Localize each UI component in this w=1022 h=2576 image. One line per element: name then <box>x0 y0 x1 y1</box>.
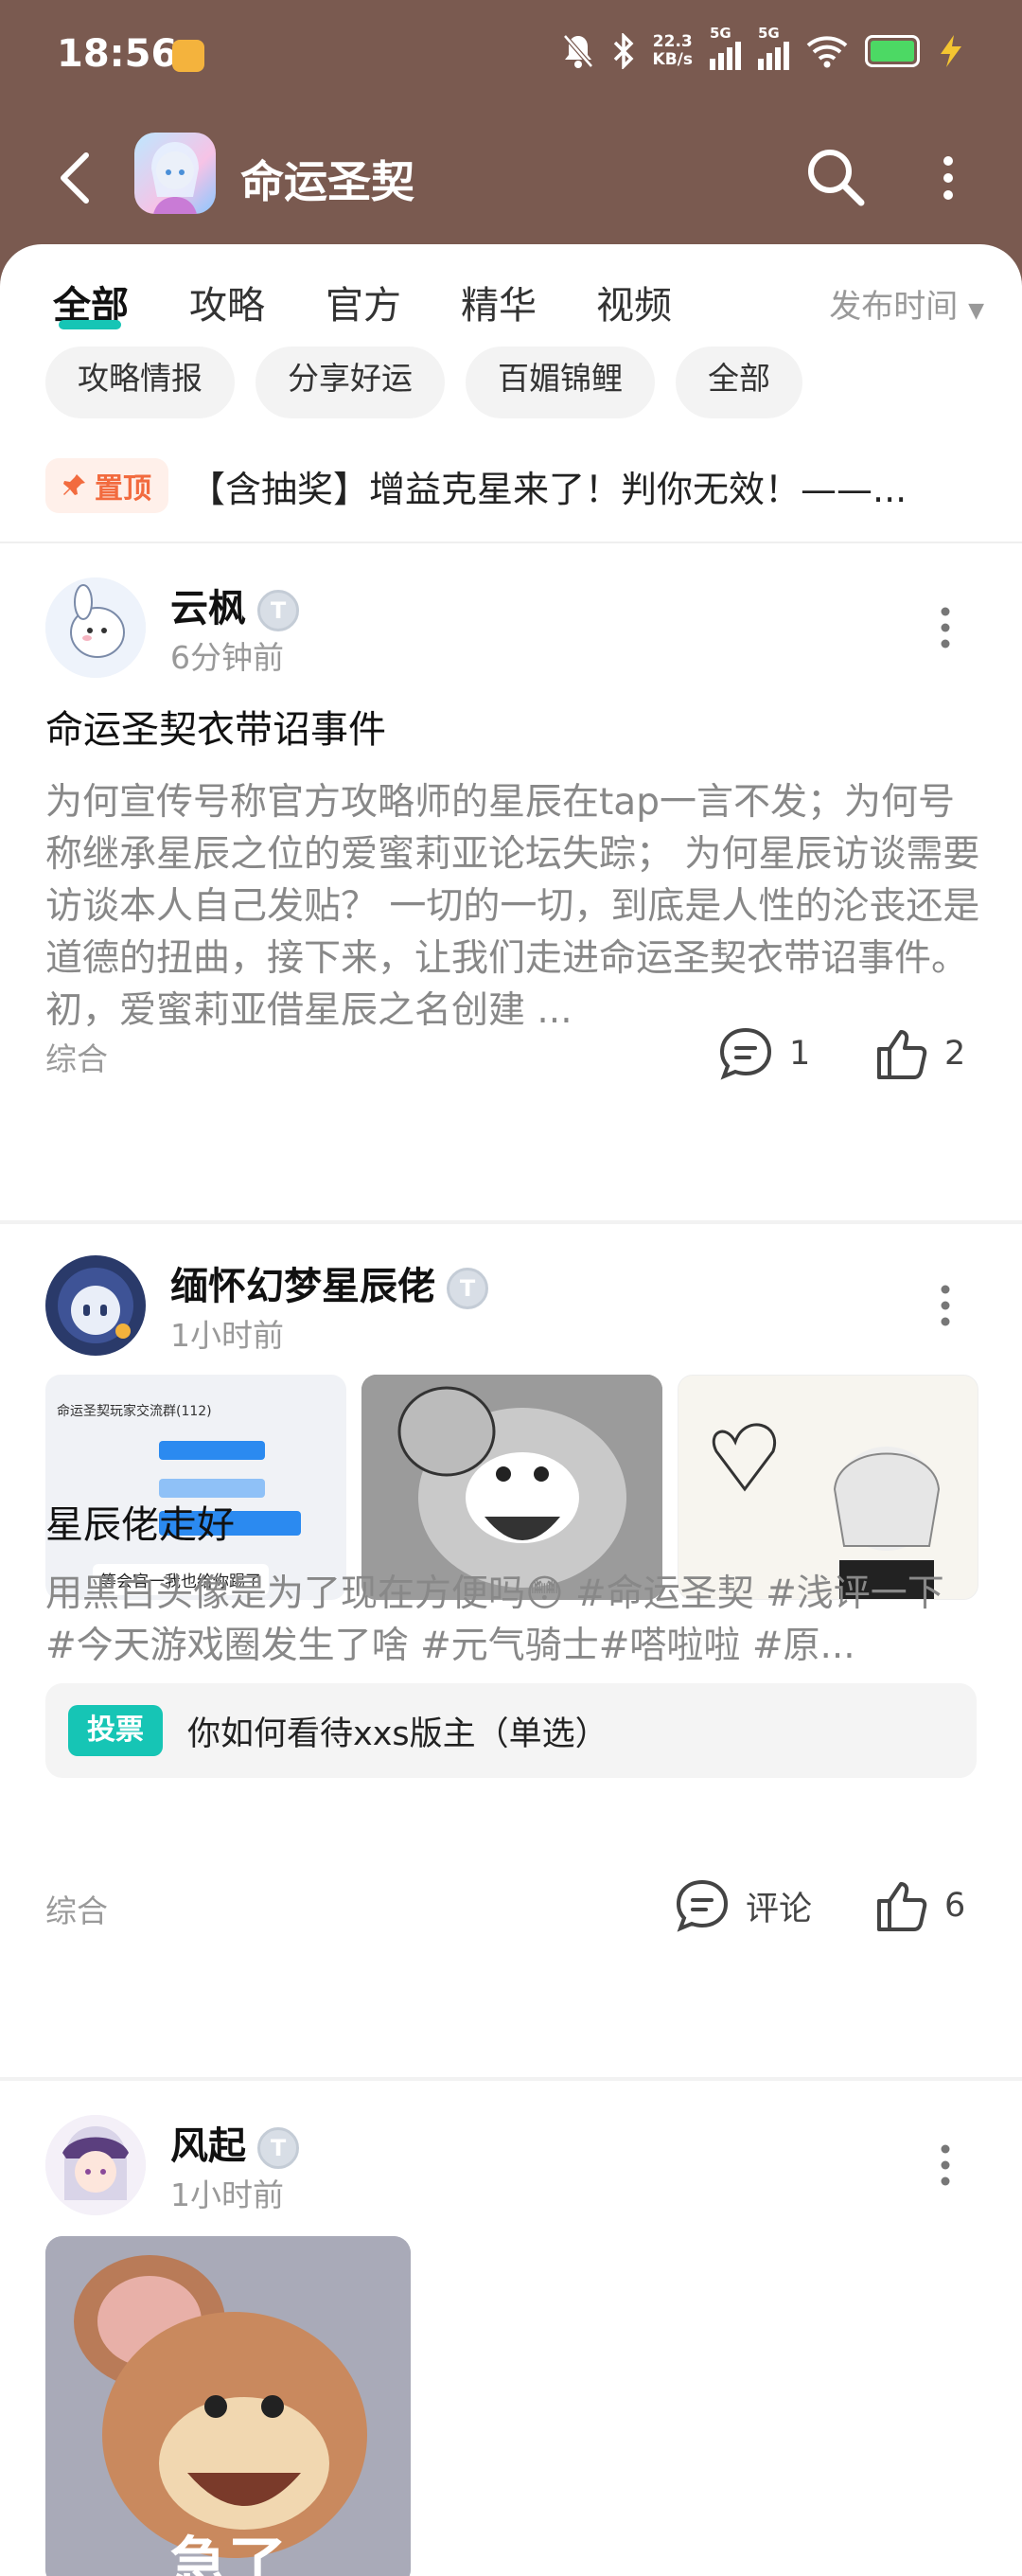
comment-icon <box>719 1027 772 1080</box>
level-badge: T <box>257 590 299 631</box>
comment-icon <box>676 1879 729 1932</box>
thumbnail-chat-title: 命运圣契玩家交流群(112) <box>57 1404 212 1419</box>
pin-icon <box>63 474 85 495</box>
post-excerpt: 用黑白头像是为了现在方便吗😳 #命运圣契 #浅评一下 #今天游戏圈发生了啥 #元… <box>45 1572 944 1667</box>
chip-all[interactable]: 全部 <box>676 346 802 418</box>
divider <box>0 542 1022 543</box>
signal-icon-2: 5G <box>758 25 789 70</box>
battery-icon <box>865 35 920 67</box>
caret-down-icon: ▼ <box>968 299 984 323</box>
wifi-icon <box>806 36 848 68</box>
thumbs-up-icon <box>877 1882 927 1931</box>
post-category: 综合 <box>45 1040 108 1077</box>
mute-bell-icon <box>562 34 593 68</box>
back-arrow-icon[interactable] <box>52 150 101 206</box>
avatar[interactable] <box>45 1255 146 1356</box>
post-time: 1小时前 <box>170 2176 284 2213</box>
post-more-icon[interactable] <box>939 1282 952 1329</box>
charging-icon <box>941 35 961 67</box>
post-separator <box>0 1220 1022 1224</box>
level-badge: T <box>447 1268 488 1309</box>
vote-question: 你如何看待xxs版主（单选） <box>187 1714 608 1753</box>
image-thumbnail[interactable]: 命运圣契玩家交流群(112) 等会官一我也给你踢了 <box>45 1375 346 1600</box>
post-time: 6分钟前 <box>170 639 284 676</box>
app-header: 命运圣契 <box>0 114 1022 246</box>
post-more-icon[interactable] <box>939 604 952 651</box>
username[interactable]: 缅怀幻梦星辰佬 T <box>170 1255 488 1310</box>
active-tab-indicator <box>59 320 121 329</box>
tab-official[interactable]: 官方 <box>326 275 401 329</box>
content-sheet: 全部 攻略 官方 精华 视频 发布时间 ▼ 攻略情报 分享好运 百媚锦鲤 全部 … <box>0 244 1022 2576</box>
signal-icon-1: 5G <box>710 25 741 70</box>
pinned-badge: 置顶 <box>45 458 168 513</box>
post-card[interactable]: 缅怀幻梦星辰佬 T 1小时前 命运圣契玩家交流群(112) 等会官一我也给你踢了 … <box>0 1255 1022 1880</box>
post-separator <box>0 2077 1022 2081</box>
like-button[interactable]: 2 <box>874 1026 965 1081</box>
post-card[interactable]: 风起 T 1小时前 急了 <box>0 2115 1022 2576</box>
level-badge: T <box>257 2127 299 2169</box>
comment-button[interactable]: 1 <box>717 1026 810 1081</box>
post-image[interactable]: 急了 <box>45 2236 411 2576</box>
game-icon[interactable] <box>134 133 216 214</box>
chip-share-luck[interactable]: 分享好运 <box>256 346 445 418</box>
pinned-post[interactable]: 置顶 【含抽奖】增益克星来了！判你无效！——... <box>45 448 982 524</box>
like-button[interactable]: 6 <box>874 1878 965 1933</box>
vote-badge: 投票 <box>68 1705 163 1756</box>
status-time: 18:56 <box>57 32 178 76</box>
post-excerpt: 为何宣传号称官方攻略师的星辰在tap一言不发；为何号称继承星辰之位的爱蜜莉亚论坛… <box>45 781 980 1032</box>
pinned-title: 【含抽奖】增益克星来了！判你无效！——... <box>189 468 907 510</box>
image-gallery: 命运圣契玩家交流群(112) 等会官一我也给你踢了 <box>45 1375 978 1600</box>
bluetooth-icon <box>613 33 634 69</box>
tab-featured[interactable]: 精华 <box>461 275 537 329</box>
tab-video[interactable]: 视频 <box>596 275 672 329</box>
post-title: 命运圣契衣带诏事件 <box>45 708 386 752</box>
image-thumbnail[interactable] <box>361 1375 662 1600</box>
avatar[interactable] <box>45 2115 146 2215</box>
search-icon[interactable] <box>802 144 869 210</box>
page-title: 命运圣契 <box>240 156 414 207</box>
post-category: 综合 <box>45 1892 108 1929</box>
status-bar: 18:56 22.3 KB/s 5G 5G <box>0 0 1022 114</box>
sort-dropdown[interactable]: 发布时间 ▼ <box>829 280 984 327</box>
post-card[interactable]: 云枫 T 6分钟前 命运圣契衣带诏事件 为何宣传号称官方攻略师的星辰在tap一言不… <box>0 577 1022 1032</box>
username[interactable]: 风起 T <box>170 2115 299 2170</box>
thumbs-up-icon <box>877 1030 927 1079</box>
chip-strategy-info[interactable]: 攻略情报 <box>45 346 235 418</box>
image-caption: 急了 <box>168 2530 287 2576</box>
notification-icon <box>172 40 204 72</box>
avatar[interactable] <box>45 577 146 678</box>
post-title: 星辰佬走好 <box>45 1503 235 1547</box>
image-thumbnail[interactable] <box>678 1375 978 1600</box>
vote-card[interactable]: 投票 你如何看待xxs版主（单选） <box>45 1683 977 1778</box>
network-speed: 22.3 KB/s <box>652 32 693 69</box>
post-footer: 综合 评论 6 <box>45 1878 982 1935</box>
status-icons: 22.3 KB/s 5G 5G <box>562 25 965 70</box>
tab-guides[interactable]: 攻略 <box>189 275 265 329</box>
post-footer: 综合 1 2 <box>45 1026 982 1083</box>
username[interactable]: 云枫 T <box>170 577 299 632</box>
chip-koi[interactable]: 百媚锦鲤 <box>466 346 655 418</box>
tab-bar: 全部 攻略 官方 精华 视频 发布时间 ▼ <box>0 275 1022 341</box>
comment-button[interactable]: 评论 <box>674 1878 812 1933</box>
post-time: 1小时前 <box>170 1317 284 1354</box>
post-more-icon[interactable] <box>939 2141 952 2189</box>
filter-chips: 攻略情报 分享好运 百媚锦鲤 全部 <box>45 346 802 418</box>
more-options-icon[interactable] <box>939 150 958 206</box>
